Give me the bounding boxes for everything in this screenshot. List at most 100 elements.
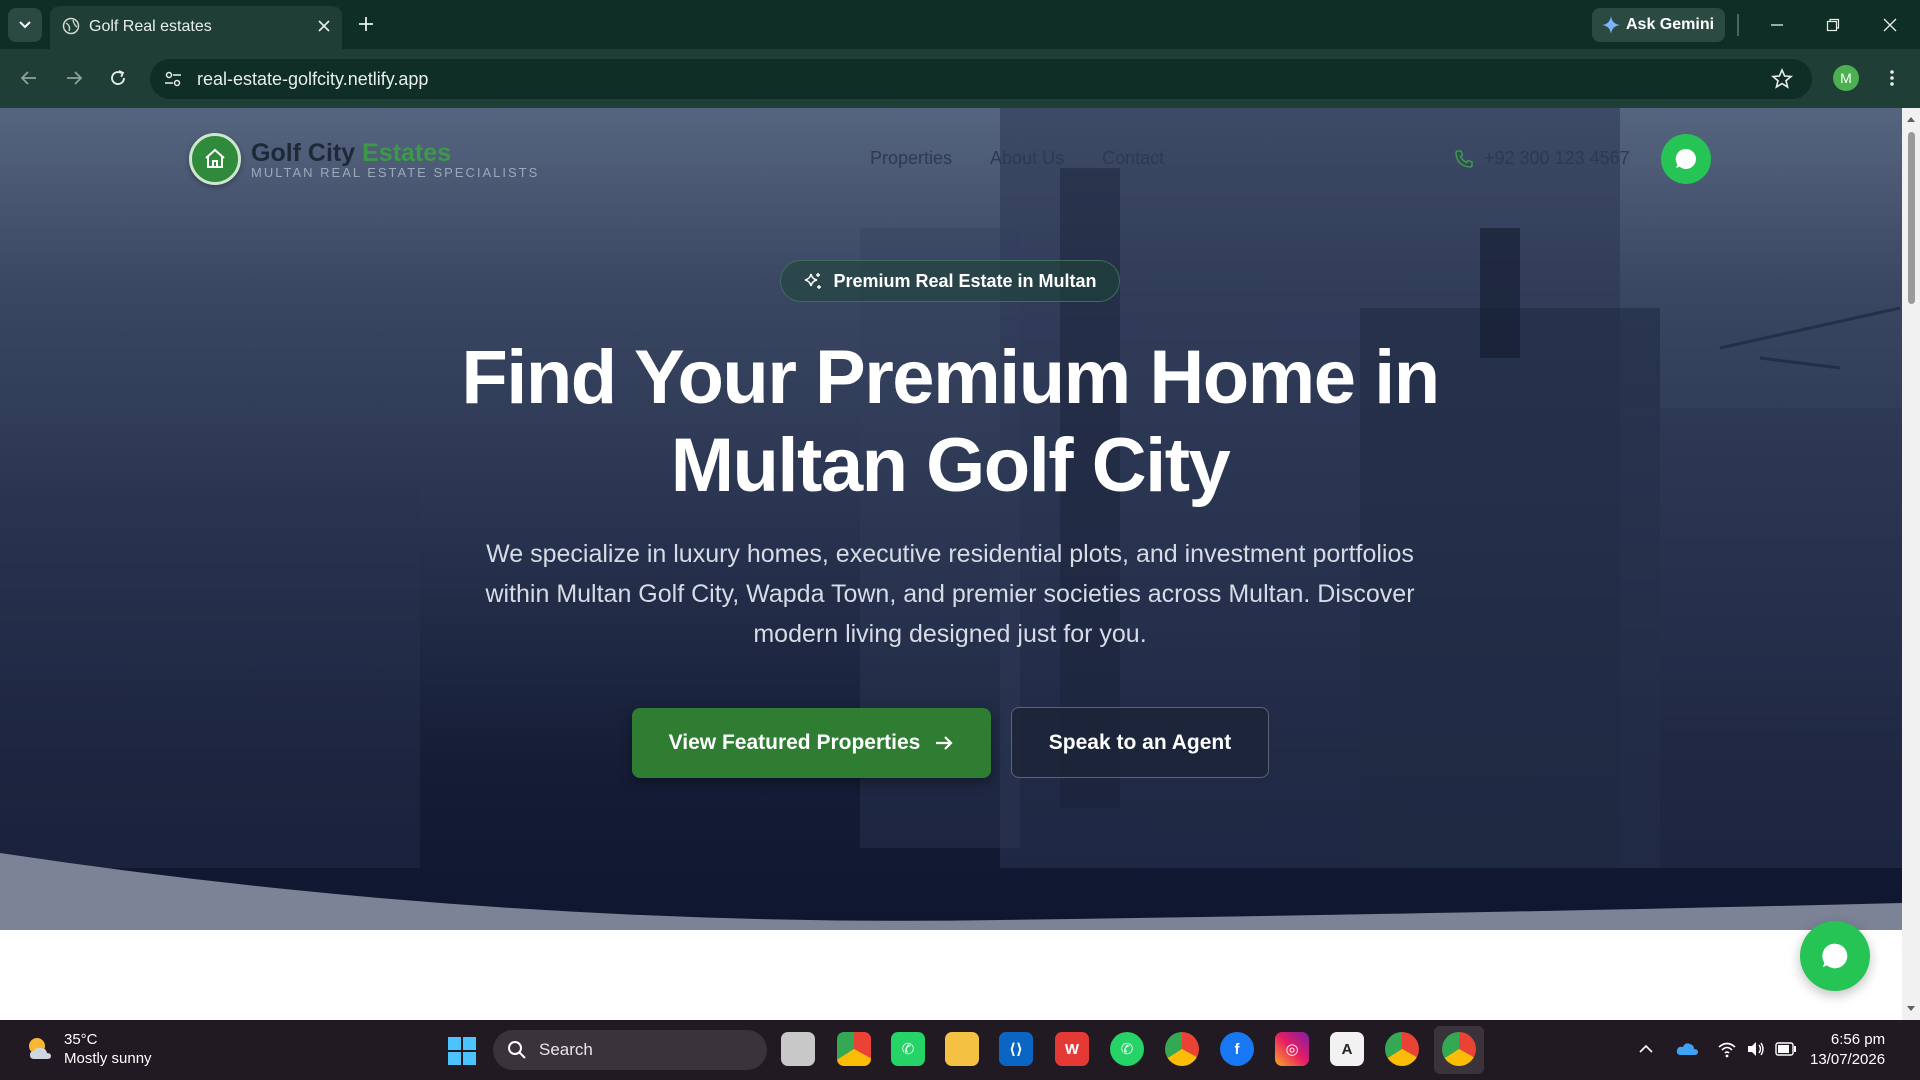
cta-primary-label: View Featured Properties	[668, 731, 921, 754]
view-featured-properties-button[interactable]: View Featured Properties	[632, 708, 991, 778]
browser-tab[interactable]: Golf Real estates	[50, 6, 342, 49]
plus-icon	[359, 17, 373, 31]
chevron-down-icon	[19, 21, 31, 29]
nav-link-properties[interactable]: Properties	[870, 148, 952, 169]
page-scrollbar[interactable]	[1902, 108, 1920, 1020]
whatsapp-business-icon[interactable]: ✆	[891, 1032, 925, 1066]
browser-tab-bar: Golf Real estates Ask Gemini	[0, 0, 1920, 49]
phone-number: +92 300 123 4567	[1484, 148, 1630, 168]
main-nav: Properties About Us Contact	[870, 148, 1164, 169]
reload-button[interactable]	[102, 62, 134, 94]
hero-badge: Premium Real Estate in Multan	[780, 260, 1120, 302]
restore-icon	[1826, 18, 1840, 32]
weather-temp: 35°C	[64, 1031, 98, 1048]
brand-name-part1: Golf City	[251, 138, 363, 167]
battery-icon[interactable]	[1775, 1042, 1797, 1056]
site-info-icon	[165, 71, 181, 87]
nav-link-about[interactable]: About Us	[990, 148, 1064, 169]
start-button[interactable]	[447, 1036, 477, 1071]
forward-icon	[67, 71, 83, 85]
chrome-profile-icon[interactable]	[837, 1032, 871, 1066]
page-viewport: Golf City Estates MULTAN REAL ESTATE SPE…	[0, 108, 1920, 1020]
weather-condition: Mostly sunny	[64, 1050, 152, 1067]
reload-icon	[111, 70, 125, 85]
taskbar-search-placeholder: Search	[539, 1040, 593, 1059]
floating-chat-button[interactable]	[1800, 921, 1870, 991]
taskbar-clock[interactable]: 6:56 pm 13/07/2026	[1810, 1030, 1885, 1070]
star-icon[interactable]	[1770, 67, 1794, 91]
browser-menu-button[interactable]	[1879, 65, 1905, 91]
search-icon	[508, 1041, 526, 1059]
ask-gemini-button[interactable]: Ask Gemini	[1592, 8, 1725, 42]
file-explorer-icon[interactable]	[945, 1032, 979, 1066]
weather-widget[interactable]: 35°C Mostly sunny	[24, 1030, 152, 1068]
forward-button[interactable]	[58, 62, 90, 94]
scrollbar-thumb[interactable]	[1908, 132, 1915, 304]
home-icon	[205, 148, 225, 168]
address-bar[interactable]: real-estate-golfcity.netlify.app	[150, 59, 1812, 99]
nav-link-contact[interactable]: Contact	[1102, 148, 1164, 169]
chat-icon	[1675, 148, 1696, 169]
clock-date: 13/07/2026	[1810, 1051, 1886, 1068]
chrome-profile-2-icon[interactable]	[1385, 1032, 1419, 1066]
new-tab-button[interactable]	[353, 11, 379, 37]
instagram-icon[interactable]: ◎	[1275, 1032, 1309, 1066]
wps-office-icon[interactable]: W	[1055, 1032, 1089, 1066]
sun-cloud-icon	[29, 1038, 51, 1059]
restore-button[interactable]	[1813, 8, 1853, 42]
chrome-active-icon[interactable]	[1442, 1032, 1476, 1066]
volume-icon[interactable]	[1746, 1040, 1766, 1058]
tab-search-button[interactable]	[8, 8, 42, 42]
brand-name: Golf City Estates	[251, 139, 539, 167]
header-phone[interactable]: +92 300 123 4567	[1454, 148, 1630, 169]
windows-taskbar: 35°C Mostly sunny Search ✆ ⟨⟩ W ✆ f ◎ A …	[0, 1020, 1920, 1080]
arrow-right-icon	[936, 736, 953, 750]
brand-name-part2: Estates	[362, 138, 452, 167]
scroll-up-icon[interactable]	[1902, 112, 1920, 126]
weather-text: 35°C Mostly sunny	[64, 1030, 152, 1068]
whatsapp-icon[interactable]: ✆	[1110, 1032, 1144, 1066]
ask-gemini-label: Ask Gemini	[1626, 16, 1715, 33]
chevron-up-icon[interactable]	[1638, 1042, 1654, 1056]
browser-toolbar: real-estate-golfcity.netlify.app M	[0, 49, 1920, 108]
task-view-icon[interactable]	[781, 1032, 815, 1066]
tab-title: Golf Real estates	[89, 18, 212, 35]
back-icon	[20, 71, 36, 85]
url-text: real-estate-golfcity.netlify.app	[197, 69, 429, 89]
adobe-acrobat-icon[interactable]: A	[1330, 1032, 1364, 1066]
taskbar-search[interactable]: Search	[493, 1030, 767, 1070]
brand-logo[interactable]: Golf City Estates MULTAN REAL ESTATE SPE…	[189, 133, 539, 185]
globe-icon	[62, 17, 80, 35]
chrome-icon[interactable]	[1165, 1032, 1199, 1066]
toolbar-divider	[1737, 14, 1739, 36]
hero-section: Golf City Estates MULTAN REAL ESTATE SPE…	[0, 108, 1902, 930]
back-button[interactable]	[13, 62, 45, 94]
header-chat-button[interactable]	[1661, 134, 1711, 184]
gemini-sparkle-icon	[1602, 16, 1620, 34]
onedrive-icon[interactable]	[1675, 1040, 1699, 1058]
minimize-button[interactable]	[1757, 8, 1797, 42]
brand-text: Golf City Estates MULTAN REAL ESTATE SPE…	[251, 139, 539, 180]
hero-subtext: We specialize in luxury homes, executive…	[485, 540, 1415, 648]
tab-close-button[interactable]	[312, 14, 336, 38]
windows-start-icon	[448, 1037, 476, 1065]
wifi-icon[interactable]	[1717, 1040, 1737, 1058]
scroll-down-icon[interactable]	[1902, 1002, 1920, 1016]
speak-to-agent-button[interactable]: Speak to an Agent	[1011, 707, 1269, 778]
close-icon	[318, 20, 330, 32]
close-window-button[interactable]	[1870, 8, 1910, 42]
phone-icon	[1455, 149, 1473, 168]
brand-tagline: MULTAN REAL ESTATE SPECIALISTS	[251, 164, 540, 180]
hero-badge-text: Premium Real Estate in Multan	[833, 270, 1097, 291]
sparkles-icon	[805, 273, 822, 289]
profile-avatar[interactable]: M	[1833, 65, 1859, 91]
logo-badge	[189, 133, 241, 185]
clock-time: 6:56 pm	[1830, 1031, 1886, 1048]
kebab-menu-icon	[1890, 70, 1894, 86]
close-icon	[1883, 18, 1897, 32]
vscode-icon[interactable]: ⟨⟩	[999, 1032, 1033, 1066]
chat-icon	[1822, 943, 1848, 969]
hero-headline: Find Your Premium Home in Multan Golf Ci…	[461, 335, 1440, 508]
hero-wave-divider	[0, 853, 1902, 930]
facebook-icon[interactable]: f	[1220, 1032, 1254, 1066]
